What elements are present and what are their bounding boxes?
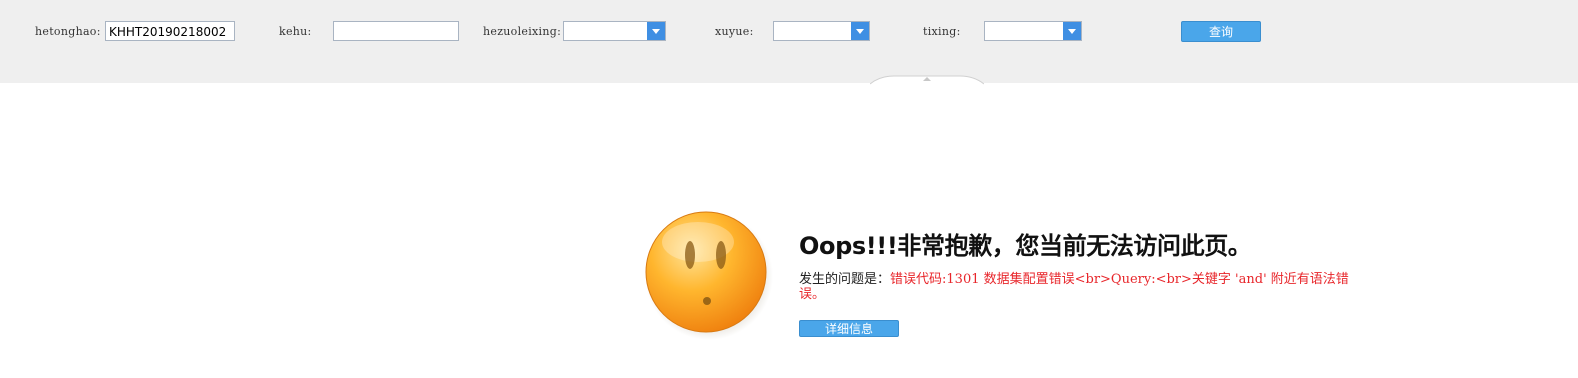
hezuoleixing-select[interactable] [563,21,666,41]
chevron-down-icon[interactable] [851,22,869,40]
tixing-label: tixing: [923,25,961,38]
sad-face-icon [640,206,774,340]
error-message: 发生的问题是：错误代码:1301 数据集配置错误<br>Query:<br>关键… [799,272,1364,302]
kehu-label: kehu: [279,25,312,38]
hetonghao-input[interactable] [105,21,235,41]
error-title: Oops!!!非常抱歉，您当前无法访问此页。 [799,232,1252,260]
details-button[interactable]: 详细信息 [799,320,899,337]
collapse-panel-handle[interactable] [870,75,984,85]
hetonghao-label: hetonghao: [35,25,101,38]
error-prefix: 发生的问题是： [799,272,891,287]
chevron-down-icon[interactable] [1063,22,1081,40]
tixing-select[interactable] [984,21,1082,41]
kehu-input[interactable] [333,21,459,41]
xuyue-select[interactable] [773,21,870,41]
xuyue-label: xuyue: [715,25,754,38]
search-button[interactable]: 查询 [1181,21,1261,42]
chevron-down-icon[interactable] [647,22,665,40]
hezuoleixing-label: hezuoleixing: [483,25,562,38]
filter-bar: hetonghao: kehu: hezuoleixing: xuyue: ti… [0,0,1578,83]
